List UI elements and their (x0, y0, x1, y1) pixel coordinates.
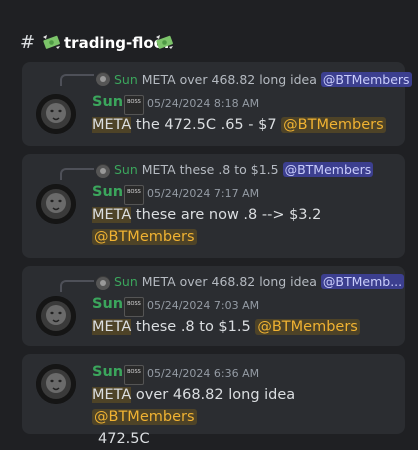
avatar[interactable] (36, 296, 76, 336)
avatar[interactable] (36, 364, 76, 404)
server-badge-icon: BOSS (124, 185, 144, 205)
server-badge-label: BOSS (127, 99, 141, 105)
message-content: META these are now .8 --> $3.2 @BTMember… (92, 204, 392, 248)
ticker-highlight: META (92, 117, 132, 133)
author-name[interactable]: Sun (92, 364, 123, 380)
server-badge-icon: BOSS (124, 365, 144, 385)
mention[interactable]: @BTMembers (255, 319, 360, 335)
server-badge-label: BOSS (127, 189, 141, 195)
timestamp: 05/24/2024 7:17 AM (147, 187, 260, 200)
reply-preview[interactable]: Sun META over 468.82 long idea @BTMemb..… (114, 274, 405, 289)
ticker-highlight: META (92, 387, 132, 403)
message-text: over 468.82 long idea (131, 387, 296, 403)
message-content: META the 472.5C .65 - $7 @BTMembers (92, 114, 386, 136)
ticker-highlight: META (92, 207, 132, 223)
message-text: these .8 to $1.5 (131, 319, 256, 335)
reply-mention[interactable]: @BTMembers (320, 72, 412, 87)
reply-avatar (96, 276, 110, 290)
server-badge-icon: BOSS (124, 95, 144, 115)
author-name[interactable]: Sun (92, 94, 123, 110)
channel-header: # trading-floor (0, 0, 418, 60)
money-with-wings-icon (43, 35, 60, 49)
reply-avatar (96, 164, 110, 178)
server-badge-label: BOSS (127, 369, 141, 375)
reply-avatar (96, 72, 110, 86)
ticker-highlight: META (92, 319, 132, 335)
server-badge-label: BOSS (127, 301, 141, 307)
money-with-wings-icon (156, 35, 173, 49)
server-badge-icon: BOSS (124, 297, 144, 317)
message-text: the 472.5C .65 - $7 (131, 117, 282, 133)
message-card[interactable]: Sun META over 468.82 long idea @BTMember… (22, 62, 412, 146)
message-card[interactable]: Sun META over 468.82 long idea @BTMemb..… (22, 266, 405, 346)
reply-text: META over 468.82 long idea (141, 274, 317, 289)
mention[interactable]: @BTMembers (92, 409, 197, 425)
timestamp: 05/24/2024 6:36 AM (147, 367, 260, 380)
avatar[interactable] (36, 184, 76, 224)
message-card[interactable]: Sun BOSS 05/24/2024 6:36 AM META over 46… (22, 354, 405, 447)
author-name[interactable]: Sun (92, 184, 123, 200)
author-name[interactable]: Sun (92, 296, 123, 312)
reply-author[interactable]: Sun (114, 72, 138, 87)
reply-connector (60, 280, 94, 292)
reply-text: META these .8 to $1.5 (141, 162, 279, 177)
reply-text: META over 468.82 long idea (141, 72, 317, 87)
message-content: META over 468.82 long idea @BTMembers 47… (92, 384, 397, 450)
reply-author[interactable]: Sun (114, 162, 138, 177)
reply-preview[interactable]: Sun META over 468.82 long idea @BTMember… (114, 72, 412, 87)
channel-hash-icon: # (20, 32, 36, 53)
reply-connector (60, 74, 94, 86)
reply-connector (60, 168, 94, 180)
reply-preview[interactable]: Sun META these .8 to $1.5 @BTMembers (114, 162, 374, 177)
message-card[interactable]: Sun META these .8 to $1.5 @BTMembers Sun… (22, 154, 405, 258)
timestamp: 05/24/2024 8:18 AM (147, 97, 260, 110)
avatar[interactable] (36, 94, 76, 134)
reply-mention[interactable]: @BTMemb... (320, 274, 405, 289)
message-text: these are now .8 --> $3.2 (131, 207, 322, 223)
mention[interactable]: @BTMembers (281, 117, 386, 133)
message-content: META these .8 to $1.5 @BTMembers (92, 316, 360, 338)
timestamp: 05/24/2024 7:03 AM (147, 299, 260, 312)
reply-mention[interactable]: @BTMembers (282, 162, 374, 177)
mention[interactable]: @BTMembers (92, 229, 197, 245)
reply-author[interactable]: Sun (114, 274, 138, 289)
